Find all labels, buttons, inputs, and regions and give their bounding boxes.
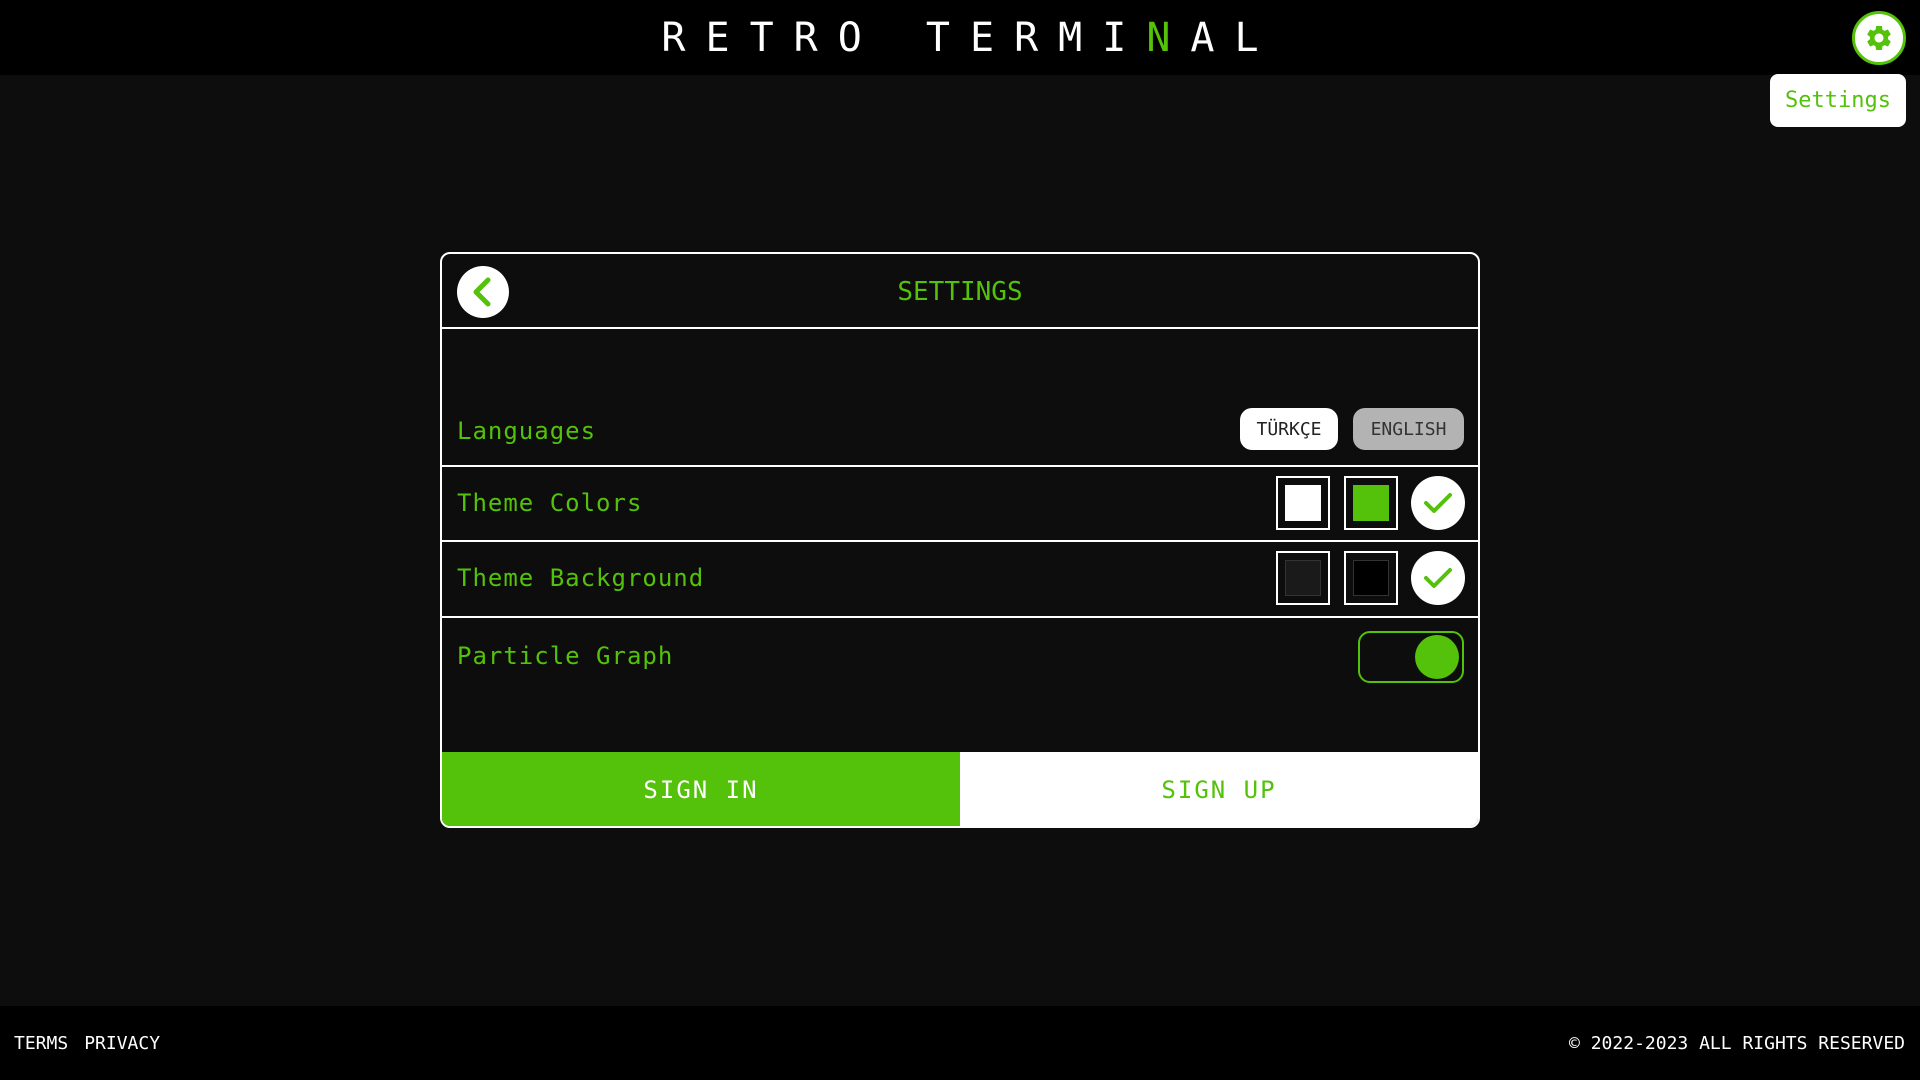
brand-text-accent: N — [1146, 14, 1191, 61]
particle-graph-label: Particle Graph — [457, 642, 674, 670]
theme-background-black-swatch[interactable] — [1344, 551, 1398, 605]
theme-background-label: Theme Background — [457, 564, 705, 592]
theme-color-green-swatch[interactable] — [1344, 476, 1398, 530]
settings-button[interactable] — [1852, 11, 1906, 65]
particle-graph-row: Particle Graph — [442, 618, 1478, 754]
languages-row: Languages TÜRKÇE ENGLISH — [442, 331, 1478, 467]
footer-links: TERMS PRIVACY — [14, 1006, 160, 1080]
settings-title: SETTINGS — [897, 276, 1023, 307]
theme-background-row: Theme Background — [442, 542, 1478, 618]
theme-background-dark-gray-swatch[interactable] — [1276, 551, 1330, 605]
theme-background-confirm-button[interactable] — [1411, 551, 1465, 605]
terms-link[interactable]: TERMS — [14, 1033, 68, 1054]
check-icon — [1424, 493, 1452, 513]
language-turkish-button[interactable]: TÜRKÇE — [1240, 408, 1338, 450]
toggle-knob — [1415, 635, 1459, 679]
back-button[interactable] — [457, 266, 509, 318]
theme-colors-confirm-button[interactable] — [1411, 476, 1465, 530]
settings-panel: SETTINGS Languages TÜRKÇE ENGLISH Theme … — [440, 252, 1480, 828]
particle-graph-toggle[interactable] — [1358, 631, 1464, 683]
gear-icon — [1867, 25, 1891, 50]
auth-buttons: SIGN IN SIGN UP — [442, 752, 1478, 826]
sign-in-button[interactable]: SIGN IN — [442, 752, 960, 826]
footer: TERMS PRIVACY © 2022-2023 ALL RIGHTS RES… — [0, 1006, 1920, 1080]
chevron-left-icon — [473, 277, 491, 307]
check-icon — [1424, 568, 1452, 588]
brand-text-suffix: AL — [1190, 14, 1279, 61]
theme-color-white-swatch[interactable] — [1276, 476, 1330, 530]
language-english-button[interactable]: ENGLISH — [1353, 408, 1464, 450]
sign-up-button[interactable]: SIGN UP — [960, 752, 1478, 826]
brand-logo: RETRO TERMI N AL — [0, 0, 1920, 75]
languages-label: Languages — [457, 417, 597, 445]
settings-header: SETTINGS — [442, 254, 1478, 329]
theme-colors-row: Theme Colors — [442, 467, 1478, 542]
theme-colors-label: Theme Colors — [457, 489, 643, 517]
brand-text-prefix: RETRO TERMI — [661, 14, 1147, 61]
privacy-link[interactable]: PRIVACY — [84, 1033, 160, 1054]
copyright-text: © 2022-2023 ALL RIGHTS RESERVED — [1569, 1032, 1905, 1054]
settings-tooltip: Settings — [1770, 74, 1906, 127]
